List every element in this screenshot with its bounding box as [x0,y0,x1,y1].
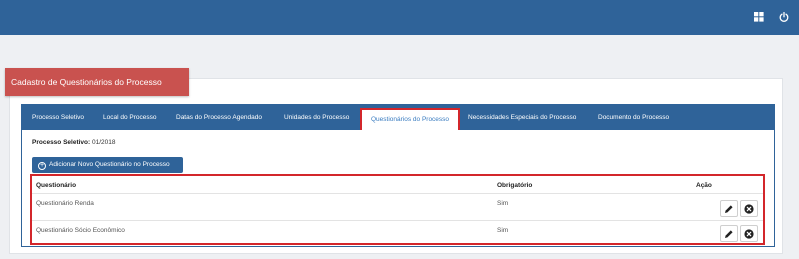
column-header-acao: Ação [696,182,712,189]
row-divider [32,220,763,221]
delete-button[interactable] [740,225,758,242]
page-title: Cadastro de Questionários do Processo [5,68,189,96]
process-value: 01/2018 [91,139,116,146]
power-icon[interactable] [779,12,789,22]
edit-button[interactable] [720,200,738,217]
header-divider [32,193,763,194]
tab-unidades-do-processo[interactable]: Unidades do Processo [284,105,349,130]
tab-necessidades-especiais-do-processo[interactable]: Necessidades Especiais do Processo [468,105,576,130]
column-header-obrigatorio: Obrigatório [497,182,533,189]
tab-questionarios-do-processo[interactable]: Questionários do Processo [360,108,461,130]
questionnaire-table: Questionário Obrigatório Ação Questionár… [30,174,765,245]
pencil-icon [725,230,733,238]
pencil-icon [725,205,733,213]
process-panel: Processo Seletivo Local do Processo Data… [21,104,775,247]
add-questionnaire-button[interactable]: + Adicionar Novo Questionário no Processo [32,157,183,173]
tab-documento-do-processo[interactable]: Documento do Processo [598,105,669,130]
row-obrigatorio: Sim [497,227,509,234]
row-questionario: Questionário Sócio Econômico [36,227,125,234]
tab-local-do-processo[interactable]: Local do Processo [103,105,156,130]
tab-bar: Processo Seletivo Local do Processo Data… [22,105,774,130]
tab-datas-do-processo-agendado[interactable]: Datas do Processo Agendado [176,105,262,130]
tab-processo-seletivo[interactable]: Processo Seletivo [32,105,84,130]
close-circle-icon [744,229,754,239]
process-label: Processo Seletivo: [32,139,91,146]
delete-button[interactable] [740,200,758,217]
column-header-questionario: Questionário [36,182,77,189]
windows-grid-icon[interactable] [754,12,764,22]
top-bar [0,0,799,35]
process-info: Processo Seletivo: 01/2018 [32,139,115,146]
close-circle-icon [744,204,754,214]
row-obrigatorio: Sim [497,200,509,207]
edit-button[interactable] [720,225,738,242]
plus-circle-icon: + [38,162,46,170]
add-questionnaire-label: Adicionar Novo Questionário no Processo [49,161,170,168]
row-questionario: Questionário Renda [36,200,94,207]
